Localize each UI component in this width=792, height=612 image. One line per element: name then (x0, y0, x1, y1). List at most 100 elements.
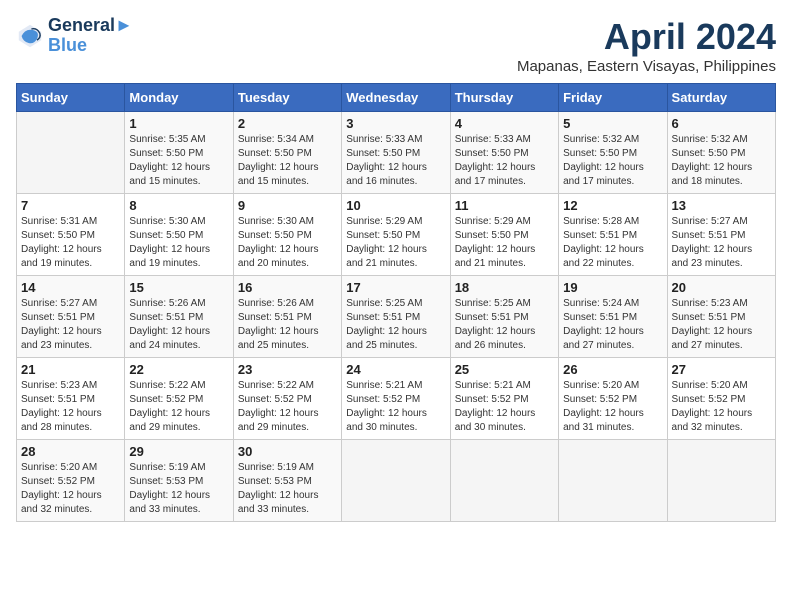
day-info: Sunrise: 5:25 AMSunset: 5:51 PMDaylight:… (455, 297, 554, 353)
day-number: 6 (672, 116, 771, 131)
day-info: Sunrise: 5:24 AMSunset: 5:51 PMDaylight:… (563, 297, 662, 353)
day-number: 23 (238, 362, 337, 377)
calendar-cell: 16 Sunrise: 5:26 AMSunset: 5:51 PMDayligh… (233, 276, 341, 358)
location-title: Mapanas, Eastern Visayas, Philippines (517, 58, 776, 75)
day-info: Sunrise: 5:31 AMSunset: 5:50 PMDaylight:… (21, 215, 120, 271)
day-info: Sunrise: 5:29 AMSunset: 5:50 PMDaylight:… (346, 215, 445, 271)
day-number: 10 (346, 198, 445, 213)
day-number: 16 (238, 280, 337, 295)
day-info: Sunrise: 5:20 AMSunset: 5:52 PMDaylight:… (21, 461, 120, 517)
day-info: Sunrise: 5:34 AMSunset: 5:50 PMDaylight:… (238, 133, 337, 189)
day-number: 14 (21, 280, 120, 295)
weekday-header: Saturday (667, 84, 775, 112)
calendar-week-row: 14 Sunrise: 5:27 AMSunset: 5:51 PMDayligh… (17, 276, 776, 358)
day-number: 4 (455, 116, 554, 131)
calendar-table: SundayMondayTuesdayWednesdayThursdayFrid… (16, 83, 776, 522)
month-title: April 2024 (517, 16, 776, 58)
page-header: General► Blue April 2024 Mapanas, Easter… (16, 16, 776, 75)
day-info: Sunrise: 5:30 AMSunset: 5:50 PMDaylight:… (238, 215, 337, 271)
day-info: Sunrise: 5:33 AMSunset: 5:50 PMDaylight:… (455, 133, 554, 189)
calendar-cell: 11Sunrise: 5:29 AMSunset: 5:50 PMDayligh… (450, 194, 558, 276)
day-info: Sunrise: 5:19 AMSunset: 5:53 PMDaylight:… (238, 461, 337, 517)
logo: General► Blue (16, 16, 133, 56)
calendar-cell (17, 112, 125, 194)
day-number: 29 (129, 444, 228, 459)
calendar-cell (342, 440, 450, 522)
calendar-cell: 22Sunrise: 5:22 AMSunset: 5:52 PMDayligh… (125, 358, 233, 440)
calendar-cell (559, 440, 667, 522)
day-info: Sunrise: 5:35 AMSunset: 5:50 PMDaylight:… (129, 133, 228, 189)
calendar-cell: 20 Sunrise: 5:23 AMSunset: 5:51 PMDayligh… (667, 276, 775, 358)
day-info: Sunrise: 5:21 AMSunset: 5:52 PMDaylight:… (346, 379, 445, 435)
calendar-cell: 2 Sunrise: 5:34 AMSunset: 5:50 PMDaylight… (233, 112, 341, 194)
day-info: Sunrise: 5:19 AMSunset: 5:53 PMDaylight:… (129, 461, 228, 517)
logo-icon (16, 22, 44, 50)
day-info: Sunrise: 5:23 AMSunset: 5:51 PMDaylight:… (21, 379, 120, 435)
day-number: 27 (672, 362, 771, 377)
day-info: Sunrise: 5:22 AMSunset: 5:52 PMDaylight:… (238, 379, 337, 435)
day-number: 5 (563, 116, 662, 131)
calendar-cell: 29 Sunrise: 5:19 AMSunset: 5:53 PMDayligh… (125, 440, 233, 522)
day-info: Sunrise: 5:27 AMSunset: 5:51 PMDaylight:… (672, 215, 771, 271)
calendar-week-row: 7Sunrise: 5:31 AMSunset: 5:50 PMDaylight… (17, 194, 776, 276)
day-number: 17 (346, 280, 445, 295)
calendar-cell: 9 Sunrise: 5:30 AMSunset: 5:50 PMDaylight… (233, 194, 341, 276)
calendar-cell: 3 Sunrise: 5:33 AMSunset: 5:50 PMDaylight… (342, 112, 450, 194)
day-number: 26 (563, 362, 662, 377)
calendar-cell: 25 Sunrise: 5:21 AMSunset: 5:52 PMDayligh… (450, 358, 558, 440)
weekday-header: Tuesday (233, 84, 341, 112)
weekday-header: Sunday (17, 84, 125, 112)
day-number: 12 (563, 198, 662, 213)
day-info: Sunrise: 5:33 AMSunset: 5:50 PMDaylight:… (346, 133, 445, 189)
calendar-cell: 27 Sunrise: 5:20 AMSunset: 5:52 PMDayligh… (667, 358, 775, 440)
day-info: Sunrise: 5:25 AMSunset: 5:51 PMDaylight:… (346, 297, 445, 353)
calendar-cell (450, 440, 558, 522)
day-info: Sunrise: 5:20 AMSunset: 5:52 PMDaylight:… (563, 379, 662, 435)
day-info: Sunrise: 5:21 AMSunset: 5:52 PMDaylight:… (455, 379, 554, 435)
day-number: 9 (238, 198, 337, 213)
day-info: Sunrise: 5:27 AMSunset: 5:51 PMDaylight:… (21, 297, 120, 353)
day-number: 22 (129, 362, 228, 377)
day-number: 24 (346, 362, 445, 377)
calendar-cell: 17 Sunrise: 5:25 AMSunset: 5:51 PMDayligh… (342, 276, 450, 358)
day-number: 25 (455, 362, 554, 377)
day-number: 3 (346, 116, 445, 131)
calendar-cell: 10 Sunrise: 5:29 AMSunset: 5:50 PMDayligh… (342, 194, 450, 276)
weekday-header: Wednesday (342, 84, 450, 112)
day-info: Sunrise: 5:23 AMSunset: 5:51 PMDaylight:… (672, 297, 771, 353)
calendar-cell: 6 Sunrise: 5:32 AMSunset: 5:50 PMDaylight… (667, 112, 775, 194)
day-number: 8 (129, 198, 228, 213)
weekday-header: Friday (559, 84, 667, 112)
calendar-week-row: 28 Sunrise: 5:20 AMSunset: 5:52 PMDayligh… (17, 440, 776, 522)
calendar-cell: 23 Sunrise: 5:22 AMSunset: 5:52 PMDayligh… (233, 358, 341, 440)
day-info: Sunrise: 5:26 AMSunset: 5:51 PMDaylight:… (129, 297, 228, 353)
day-number: 20 (672, 280, 771, 295)
day-number: 18 (455, 280, 554, 295)
calendar-cell: 15Sunrise: 5:26 AMSunset: 5:51 PMDayligh… (125, 276, 233, 358)
calendar-cell: 4 Sunrise: 5:33 AMSunset: 5:50 PMDaylight… (450, 112, 558, 194)
calendar-cell: 19 Sunrise: 5:24 AMSunset: 5:51 PMDayligh… (559, 276, 667, 358)
day-number: 19 (563, 280, 662, 295)
calendar-cell: 30Sunrise: 5:19 AMSunset: 5:53 PMDayligh… (233, 440, 341, 522)
calendar-week-row: 1Sunrise: 5:35 AMSunset: 5:50 PMDaylight… (17, 112, 776, 194)
day-number: 28 (21, 444, 120, 459)
day-info: Sunrise: 5:20 AMSunset: 5:52 PMDaylight:… (672, 379, 771, 435)
logo-text: General► Blue (48, 16, 133, 56)
calendar-cell: 7Sunrise: 5:31 AMSunset: 5:50 PMDaylight… (17, 194, 125, 276)
day-info: Sunrise: 5:32 AMSunset: 5:50 PMDaylight:… (672, 133, 771, 189)
calendar-cell: 28 Sunrise: 5:20 AMSunset: 5:52 PMDayligh… (17, 440, 125, 522)
weekday-header: Thursday (450, 84, 558, 112)
day-number: 11 (455, 198, 554, 213)
day-number: 13 (672, 198, 771, 213)
calendar-week-row: 21 Sunrise: 5:23 AMSunset: 5:51 PMDayligh… (17, 358, 776, 440)
calendar-cell (667, 440, 775, 522)
calendar-cell: 14 Sunrise: 5:27 AMSunset: 5:51 PMDayligh… (17, 276, 125, 358)
calendar-cell: 12Sunrise: 5:28 AMSunset: 5:51 PMDayligh… (559, 194, 667, 276)
day-number: 2 (238, 116, 337, 131)
calendar-cell: 13 Sunrise: 5:27 AMSunset: 5:51 PMDayligh… (667, 194, 775, 276)
day-info: Sunrise: 5:32 AMSunset: 5:50 PMDaylight:… (563, 133, 662, 189)
day-number: 21 (21, 362, 120, 377)
calendar-cell: 5 Sunrise: 5:32 AMSunset: 5:50 PMDaylight… (559, 112, 667, 194)
day-info: Sunrise: 5:26 AMSunset: 5:51 PMDaylight:… (238, 297, 337, 353)
title-block: April 2024 Mapanas, Eastern Visayas, Phi… (517, 16, 776, 75)
